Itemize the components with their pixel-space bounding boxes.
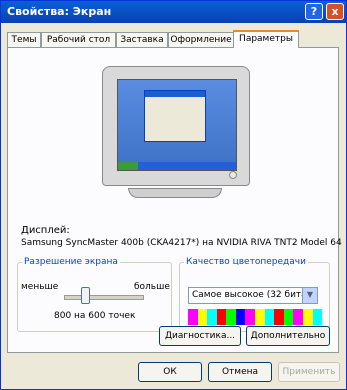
monitor-screen — [117, 79, 237, 171]
tab-desktop[interactable]: Рабочий стол — [41, 32, 116, 47]
palette-swatch — [188, 309, 198, 325]
palette-swatch — [216, 309, 227, 325]
palette-swatch — [197, 309, 208, 325]
monitor-image — [102, 66, 250, 186]
advanced-button[interactable]: Дополнительно — [246, 326, 330, 346]
palette-swatch — [312, 309, 323, 325]
palette-swatch — [226, 309, 236, 325]
window-title: Свойства: Экран — [7, 5, 112, 18]
color-quality-group: Качество цветопередачи Самое высокое (32… — [179, 257, 330, 332]
color-quality-select[interactable]: Самое высокое (32 бита) ▼ — [188, 287, 318, 304]
palette-swatch — [264, 309, 275, 325]
tab-appearance[interactable]: Оформление — [168, 32, 234, 47]
display-properties-window: Свойства: Экран ? x Темы Рабочий стол За… — [0, 0, 347, 390]
tab-settings[interactable]: Параметры — [233, 30, 299, 48]
preview-window — [144, 90, 206, 142]
ok-button[interactable]: ОК — [138, 362, 202, 382]
palette-swatch — [255, 309, 265, 325]
power-led-icon — [229, 171, 237, 179]
less-label: меньше — [21, 282, 59, 292]
display-device-name: Samsung SyncMaster 400b (CKA4217*) на NV… — [21, 238, 342, 248]
diagnostics-button[interactable]: Диагностика... — [159, 326, 241, 346]
monitor-stand — [128, 188, 222, 198]
resolution-slider-track[interactable] — [64, 295, 144, 300]
settings-panel: Дисплей: Samsung SyncMaster 400b (CKA421… — [7, 47, 342, 353]
apply-button[interactable]: Применить — [278, 362, 340, 382]
resolution-group: Разрешение экрана меньше больше 800 на 6… — [17, 257, 172, 332]
tab-themes[interactable]: Темы — [7, 32, 41, 47]
palette-swatch — [207, 309, 217, 325]
help-button[interactable]: ? — [305, 3, 323, 20]
cancel-button[interactable]: Отмена — [208, 362, 272, 382]
palette-swatch — [274, 309, 284, 325]
color-quality-value: Самое высокое (32 бита) — [192, 290, 311, 300]
palette-swatch — [293, 309, 303, 325]
palette-swatch — [283, 309, 294, 325]
color-quality-group-label: Качество цветопередачи — [186, 257, 306, 267]
palette-swatch — [235, 309, 246, 325]
resolution-group-label: Разрешение экрана — [24, 257, 118, 267]
title-bar[interactable]: Свойства: Экран ? x — [1, 1, 346, 23]
resolution-slider-thumb[interactable] — [80, 287, 90, 304]
more-label: больше — [134, 282, 170, 292]
resolution-value: 800 на 600 точек — [54, 311, 136, 321]
palette-swatch — [245, 309, 256, 325]
preview-start-button — [118, 162, 138, 170]
chevron-down-icon[interactable]: ▼ — [302, 288, 317, 303]
close-button[interactable]: x — [326, 3, 344, 20]
display-label: Дисплей: — [21, 225, 70, 236]
tab-screensaver[interactable]: Заставка — [116, 32, 168, 47]
palette-swatch — [302, 309, 313, 325]
color-palette-preview — [188, 309, 323, 325]
